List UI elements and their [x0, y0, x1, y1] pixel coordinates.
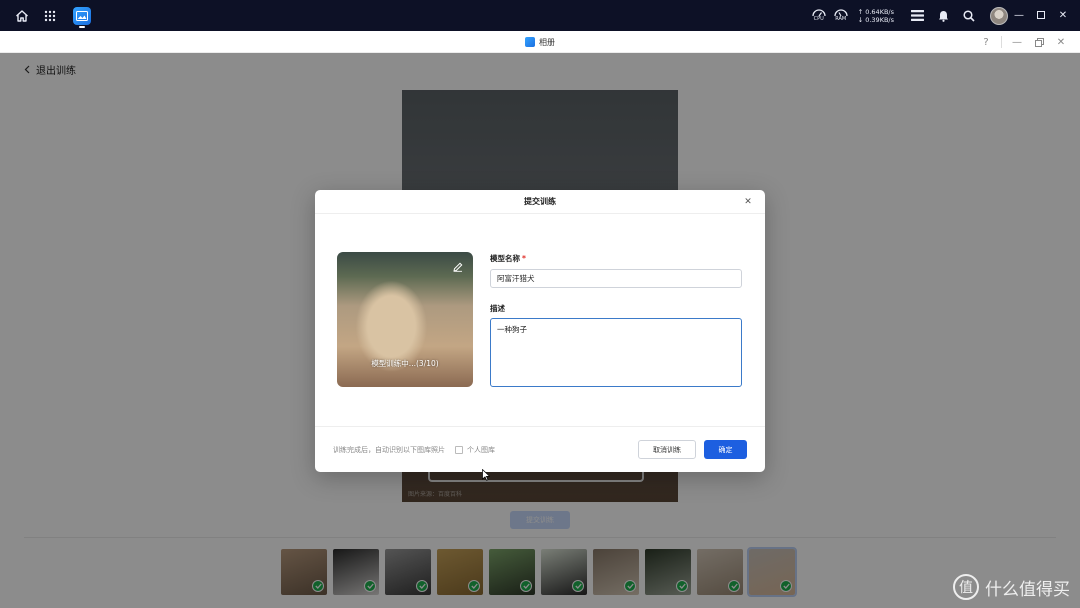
description-label: 描述 — [490, 304, 505, 313]
os-window-controls: — ✕ — [1008, 4, 1074, 26]
confirm-button[interactable]: 确定 — [704, 440, 747, 459]
help-icon[interactable]: ? — [975, 31, 997, 53]
divider — [315, 426, 765, 427]
photos-app-icon — [73, 6, 91, 25]
dialog-title: 提交训练 — [524, 197, 556, 206]
search-icon[interactable] — [958, 0, 980, 31]
model-name-label: 模型名称 * — [490, 253, 526, 264]
window-title: 相册 — [539, 37, 555, 47]
cpu-gauge-label: CPU — [813, 16, 824, 22]
training-progress-text: 模型训练中...(3/10) — [371, 359, 439, 368]
site-watermark: 值 什么值得买 — [953, 574, 1070, 600]
running-indicator — [79, 26, 85, 28]
home-icon[interactable] — [8, 0, 36, 31]
auto-recognize-text: 训练完成后，自动识别以下图库照片 — [333, 446, 445, 454]
cancel-training-button[interactable]: 取消训练 — [638, 440, 696, 459]
dialog-header: 提交训练 ✕ — [315, 190, 765, 214]
user-avatar[interactable] — [990, 6, 1008, 25]
minimize-icon[interactable]: — — [1006, 31, 1028, 53]
required-marker: * — [522, 254, 526, 263]
minimize-icon[interactable]: — — [1008, 4, 1030, 26]
photos-app-icon — [525, 37, 535, 47]
task-list-icon[interactable] — [906, 0, 928, 31]
divider — [1001, 36, 1002, 48]
description-textarea[interactable]: 一种狗子 — [490, 318, 742, 387]
personal-gallery-checkbox[interactable] — [455, 446, 463, 454]
bell-icon[interactable] — [932, 0, 954, 31]
close-icon[interactable]: ✕ — [1052, 4, 1074, 26]
model-name-label-text: 模型名称 — [490, 254, 520, 263]
submit-training-dialog: 提交训练 ✕ 模型训练中...(3/10) 模型名称* 描述 一种狗子 训练完成… — [315, 190, 765, 472]
model-cover-image: 模型训练中...(3/10) — [337, 252, 473, 387]
download-speed: ↓ 0.39KB/s — [857, 15, 894, 24]
upload-speed: ↑ 0.64KB/s — [857, 7, 894, 16]
close-icon[interactable]: ✕ — [741, 195, 755, 209]
app-grid-icon[interactable] — [36, 0, 64, 31]
personal-gallery-label: 个人图库 — [467, 446, 495, 454]
auto-recognize-note: 训练完成后，自动识别以下图库照片 个人图库 — [333, 445, 495, 455]
restore-icon[interactable] — [1028, 31, 1050, 53]
app-title-bar: 相册 ? — ✕ — [0, 31, 1080, 53]
mouse-cursor-icon — [482, 469, 490, 481]
network-speed[interactable]: ↑ 0.64KB/s ↓ 0.39KB/s — [858, 8, 894, 24]
maximize-icon[interactable] — [1030, 4, 1052, 26]
edit-icon[interactable] — [451, 260, 465, 274]
cpu-gauge-icon[interactable]: CPU — [810, 7, 828, 25]
site-watermark-text: 什么值得买 — [985, 579, 1070, 600]
photos-app-taskbar-button[interactable] — [68, 0, 96, 31]
os-taskbar: CPU RAM ↑ 0.64KB/s ↓ 0.39KB/s — ✕ — [0, 0, 1080, 31]
close-icon[interactable]: ✕ — [1050, 31, 1072, 53]
model-name-input[interactable] — [490, 269, 742, 288]
ram-gauge-icon[interactable]: RAM — [832, 7, 850, 25]
ram-gauge-label: RAM — [835, 16, 847, 22]
site-logo-icon: 值 — [953, 574, 979, 600]
